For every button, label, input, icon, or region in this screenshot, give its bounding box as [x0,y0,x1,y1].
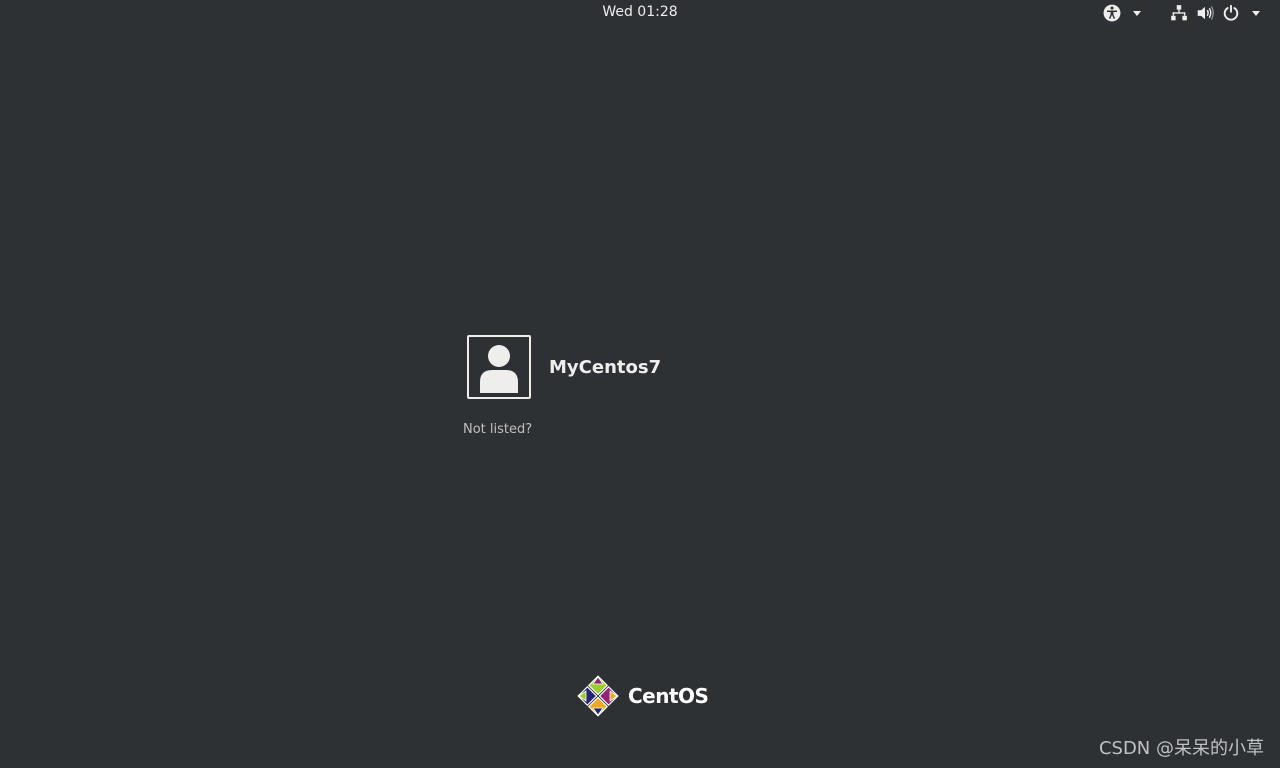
centos-logo-icon [577,675,619,717]
avatar [467,335,531,399]
not-listed-button[interactable]: Not listed? [463,422,532,437]
centos-logo: CentOS [576,674,709,718]
user-name: MyCentos7 [549,356,662,378]
watermark: CSDN @呆呆的小草 [1098,738,1264,759]
logo-text: CentOS [628,684,709,708]
user-list-item[interactable]: MyCentos7 [467,335,661,399]
power-icon [1223,4,1239,21]
clock[interactable]: Wed 01:28 [590,4,690,20]
top-bar: Wed 01:28 [0,0,1280,26]
accessibility-menu[interactable] [1103,3,1141,23]
user-silhouette-icon [480,345,518,393]
network-wired-icon [1171,5,1187,21]
chevron-down-icon [1133,10,1141,16]
system-menu[interactable] [1170,3,1260,23]
volume-icon [1197,6,1214,20]
accessibility-icon [1103,4,1121,22]
chevron-down-icon [1252,10,1260,16]
